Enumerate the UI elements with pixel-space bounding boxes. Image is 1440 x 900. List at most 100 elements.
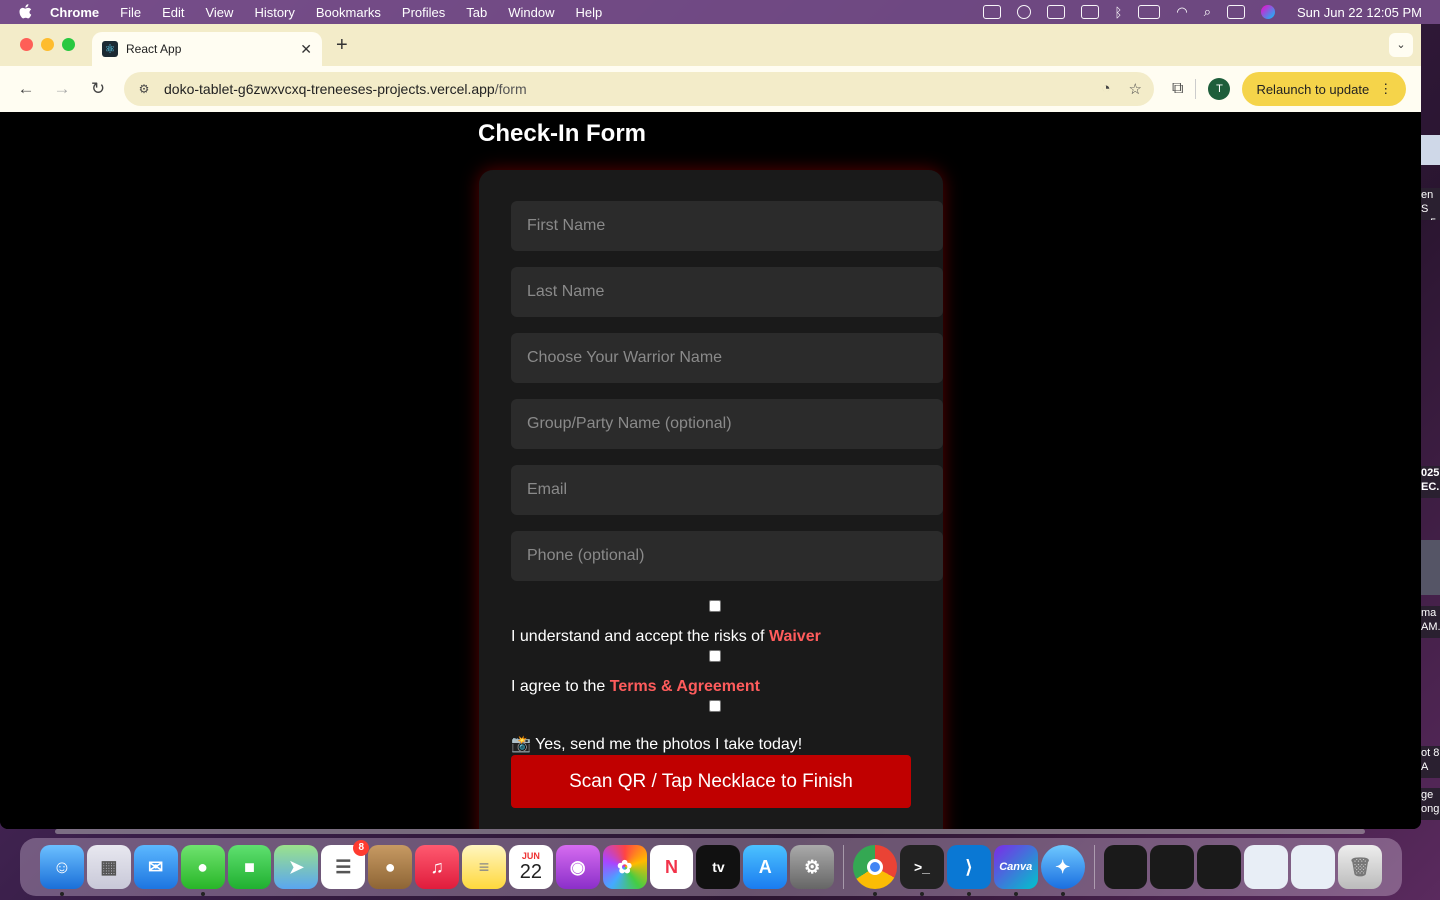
display-icon[interactable]: [982, 5, 1001, 19]
desktop-thumbnail-2[interactable]: [1421, 540, 1440, 595]
desktop-file-label-4[interactable]: ot 8 A: [1421, 746, 1440, 778]
menu-tab[interactable]: Tab: [466, 5, 487, 20]
photos-icon[interactable]: ✿: [602, 845, 647, 889]
back-button[interactable]: ←: [12, 75, 40, 103]
window-icon[interactable]: [1080, 5, 1099, 19]
menu-window[interactable]: Window: [508, 5, 554, 20]
recent-window-3-thumbnail[interactable]: [1197, 845, 1242, 889]
terms-checkbox[interactable]: [709, 650, 721, 662]
safari-icon[interactable]: ✦: [1040, 845, 1085, 896]
contacts-icon[interactable]: ●: [368, 845, 413, 889]
terms-label: I agree to the Terms & Agreement: [511, 678, 760, 696]
menu-clock[interactable]: Sun Jun 22 12:05 PM: [1297, 5, 1422, 20]
reminders-icon[interactable]: ☰ 8: [321, 840, 370, 889]
last-name-input[interactable]: [511, 267, 943, 317]
dock-divider-2: [1093, 845, 1095, 889]
music-icon[interactable]: ♫: [415, 845, 460, 889]
address-bar[interactable]: ⚙ doko-tablet-g6zwxvcxq-treneeses-projec…: [124, 72, 1154, 106]
chrome-icon[interactable]: [853, 845, 898, 896]
horizontal-scrollbar[interactable]: [55, 829, 1365, 834]
facetime-icon[interactable]: ■: [227, 845, 272, 889]
notes-icon[interactable]: ≡: [462, 845, 506, 889]
canva-icon[interactable]: Canva: [993, 845, 1038, 896]
tab-search-chevron-icon[interactable]: ⌄: [1389, 33, 1413, 57]
bookmark-star-icon[interactable]: ☆: [1129, 80, 1142, 98]
messages-icon[interactable]: ●: [180, 845, 225, 896]
app-store-icon[interactable]: A: [743, 845, 788, 889]
desktop-thumbnail[interactable]: [1421, 135, 1440, 165]
submit-button[interactable]: Scan QR / Tap Necklace to Finish: [511, 755, 911, 808]
menu-edit[interactable]: Edit: [162, 5, 184, 20]
react-logo-icon: ⚛: [102, 41, 118, 57]
apple-logo-icon[interactable]: [18, 4, 32, 20]
desktop-file-label-1[interactable]: en S ...5: [1421, 188, 1440, 220]
reload-button[interactable]: ↻: [84, 75, 112, 103]
desktop-file-label-2[interactable]: 025 EC.: [1421, 466, 1440, 498]
launchpad-icon[interactable]: ▦: [86, 845, 131, 889]
photos-label: 📸 Yes, send me the photos I take today!: [511, 736, 803, 753]
terms-link[interactable]: Terms & Agreement: [610, 678, 760, 695]
profile-avatar[interactable]: T: [1208, 78, 1231, 100]
performance-icon[interactable]: ◔: [1101, 80, 1110, 98]
recent-window-4-thumbnail[interactable]: [1244, 845, 1289, 889]
email-input[interactable]: [511, 465, 943, 515]
desktop-file-label-3[interactable]: ma AM.: [1421, 606, 1440, 638]
mail-icon[interactable]: ✉: [133, 845, 178, 889]
tab-react-app[interactable]: ⚛ React App ✕: [92, 32, 322, 66]
fullscreen-window-button[interactable]: [62, 38, 75, 51]
recent-window-1-thumbnail[interactable]: [1103, 845, 1148, 889]
news-icon[interactable]: N: [649, 845, 694, 889]
warrior-name-input[interactable]: [511, 333, 943, 383]
bluetooth-icon[interactable]: ᛒ: [1115, 5, 1123, 20]
group-name-input[interactable]: [511, 399, 943, 449]
podcasts-icon[interactable]: ◉: [555, 845, 600, 889]
recent-window-5-thumbnail[interactable]: [1291, 845, 1336, 889]
phone-input[interactable]: [511, 531, 943, 581]
close-window-button[interactable]: [20, 38, 33, 51]
calendar-icon[interactable]: JUN 22: [508, 845, 553, 889]
extensions-icon[interactable]: ⧉: [1172, 80, 1183, 98]
first-name-input[interactable]: [511, 201, 943, 251]
maps-icon[interactable]: ➤: [274, 845, 319, 889]
more-menu-icon[interactable]: ⋮: [1379, 81, 1392, 97]
waiver-link[interactable]: Waiver: [769, 628, 821, 645]
search-icon[interactable]: ⌕: [1204, 4, 1211, 20]
canva-label: Canva: [999, 861, 1033, 873]
minimize-window-button[interactable]: [41, 38, 54, 51]
system-settings-icon[interactable]: ⚙: [790, 845, 835, 889]
relaunch-button[interactable]: Relaunch to update ⋮: [1242, 72, 1407, 106]
vscode-icon[interactable]: ⟩: [946, 845, 991, 896]
trash-icon[interactable]: 🗑: [1338, 845, 1382, 889]
menu-history[interactable]: History: [254, 5, 294, 20]
waiver-checkbox[interactable]: [709, 600, 721, 612]
menu-file[interactable]: File: [120, 5, 141, 20]
menu-app-name[interactable]: Chrome: [50, 5, 99, 20]
menu-help[interactable]: Help: [576, 5, 603, 20]
page-content: Check-In Form I understand and accept th…: [0, 112, 1421, 829]
control-center-icon[interactable]: [1226, 5, 1245, 19]
new-tab-button[interactable]: +: [336, 34, 348, 57]
desktop-file-label-5[interactable]: ge ong: [1421, 788, 1440, 820]
url-path: /form: [494, 81, 527, 97]
site-settings-icon[interactable]: ⚙: [136, 81, 152, 97]
menu-profiles[interactable]: Profiles: [402, 5, 445, 20]
calendar-month: JUN: [521, 851, 540, 861]
wifi-icon[interactable]: ◠: [1176, 4, 1187, 20]
menu-view[interactable]: View: [205, 5, 233, 20]
tab-close-icon[interactable]: ✕: [300, 41, 312, 58]
terms-text: I agree to the: [511, 678, 610, 695]
keyboard-icon[interactable]: [1046, 5, 1065, 19]
siri-icon[interactable]: [1260, 5, 1275, 19]
menu-bookmarks[interactable]: Bookmarks: [316, 5, 381, 20]
apple-tv-icon[interactable]: tv: [696, 845, 741, 889]
calendar-day: 22: [519, 861, 542, 883]
browser-window: ⚛ React App ✕ + ⌄ ← → ↻ ⚙ doko-tablet-g6…: [0, 24, 1421, 829]
photos-checkbox[interactable]: [709, 700, 721, 712]
play-icon[interactable]: [1016, 5, 1031, 19]
recent-window-2-thumbnail[interactable]: [1150, 845, 1195, 889]
forward-button[interactable]: →: [48, 75, 76, 103]
finder-icon[interactable]: ☺: [40, 845, 84, 896]
toolbar-divider: [1195, 79, 1197, 99]
battery-icon[interactable]: [1138, 5, 1161, 19]
terminal-icon[interactable]: >_: [900, 845, 944, 896]
